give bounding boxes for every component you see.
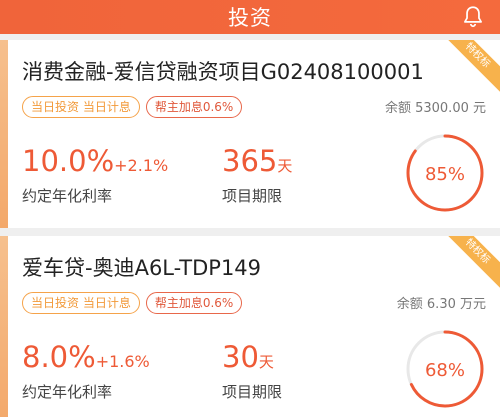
- term-value: 365: [222, 144, 278, 178]
- rate-main: 8.0%: [22, 340, 96, 374]
- privilege-ribbon: 特权标: [438, 236, 500, 291]
- product-tags: 当日投资 当日计息 帮主加息0.6%: [22, 96, 243, 118]
- project-term: 30天: [222, 340, 274, 374]
- product-name: 消费金融-爱信贷融资项目G02408100001: [22, 60, 424, 84]
- annual-rate: 8.0%+1.6%: [22, 340, 150, 374]
- bell-icon[interactable]: [460, 4, 486, 30]
- term-label: 项目期限: [222, 187, 283, 205]
- same-day-tag: 当日投资 当日计息: [22, 292, 140, 314]
- app-header: 投资: [0, 0, 500, 34]
- product-card[interactable]: 特权标 消费金融-爱信贷融资项目G02408100001 当日投资 当日计息 帮…: [0, 40, 500, 228]
- rate-label: 约定年化利率: [22, 187, 113, 205]
- product-name: 爱车贷-奥迪A6L-TDP149: [22, 256, 262, 280]
- term-label: 项目期限: [222, 383, 283, 401]
- bonus-rate-tag: 帮主加息0.6%: [145, 96, 243, 118]
- rate-bonus: +2.1%: [114, 156, 169, 175]
- same-day-tag: 当日投资 当日计息: [22, 96, 140, 118]
- rate-bonus: +1.6%: [95, 352, 150, 371]
- term-value: 30: [222, 340, 259, 374]
- product-card[interactable]: 特权标 爱车贷-奥迪A6L-TDP149 当日投资 当日计息 帮主加息0.6% …: [0, 236, 500, 417]
- progress-text: 68%: [425, 360, 465, 381]
- rate-label: 约定年化利率: [22, 383, 113, 401]
- term-unit: 天: [277, 157, 293, 175]
- privilege-ribbon: 特权标: [438, 40, 500, 95]
- term-unit: 天: [258, 353, 274, 371]
- bonus-rate-tag: 帮主加息0.6%: [145, 292, 243, 314]
- balance-text: 余额 6.30 万元: [396, 297, 486, 312]
- progress-text: 85%: [425, 164, 465, 185]
- product-tags: 当日投资 当日计息 帮主加息0.6%: [22, 292, 243, 314]
- progress-ring: 68%: [406, 330, 484, 408]
- annual-rate: 10.0%+2.1%: [22, 144, 168, 178]
- project-term: 365天: [222, 144, 292, 178]
- balance-text: 余额 5300.00 元: [384, 101, 486, 116]
- page-title: 投资: [228, 6, 272, 30]
- progress-ring: 85%: [406, 134, 484, 212]
- rate-main: 10.0%: [22, 144, 115, 178]
